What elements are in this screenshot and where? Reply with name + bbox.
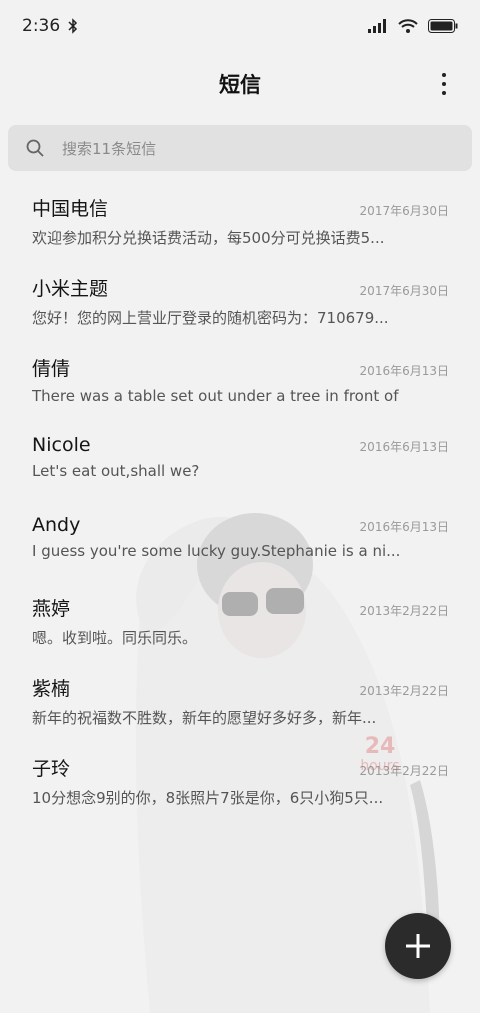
watermark-number: 24 bbox=[364, 734, 396, 759]
message-date: 2017年6月30日 bbox=[359, 204, 449, 218]
conversation-item[interactable]: 小米主题 2017年6月30日 您好！您的网上营业厅登录的随机密码为：71067… bbox=[0, 260, 480, 340]
conversation-item[interactable]: 倩倩 2016年6月13日 There was a table set out … bbox=[0, 340, 480, 420]
contact-name: 中国电信 bbox=[32, 198, 109, 220]
search-placeholder: 搜索11条短信 bbox=[62, 139, 157, 158]
message-preview: 嗯。收到啦。同乐同乐。 bbox=[32, 629, 198, 647]
search-icon bbox=[26, 139, 44, 157]
contact-name: Andy bbox=[32, 514, 81, 536]
message-preview: 欢迎参加积分兑换话费活动，每500分可兑换话费5... bbox=[32, 229, 385, 247]
message-preview: 新年的祝福数不胜数，新年的愿望好多好多，新年... bbox=[32, 709, 377, 727]
watermark-text: hours bbox=[360, 758, 400, 774]
message-preview: Let's eat out,shall we? bbox=[32, 462, 200, 480]
status-bar: 2:36 bbox=[0, 0, 480, 52]
contact-name: 子玲 bbox=[32, 758, 71, 780]
message-preview: 10分想念9别的你，8张照片7张是你，6只小狗5只... bbox=[32, 789, 384, 807]
search-bar[interactable]: 搜索11条短信 bbox=[8, 125, 472, 171]
contact-name: 紫楠 bbox=[32, 678, 71, 700]
bluetooth-icon bbox=[68, 18, 78, 34]
conversation-item[interactable]: Andy 2016年6月13日 I guess you're some luck… bbox=[0, 500, 480, 580]
conversation-item[interactable]: 燕婷 2013年2月22日 嗯。收到啦。同乐同乐。 bbox=[0, 580, 480, 660]
message-date: 2016年6月13日 bbox=[359, 520, 449, 534]
signal-icon bbox=[368, 19, 386, 33]
battery-icon bbox=[428, 19, 458, 33]
conversation-item[interactable]: Nicole 2016年6月13日 Let's eat out,shall we… bbox=[0, 420, 480, 500]
message-date: 2017年6月30日 bbox=[359, 284, 449, 298]
contact-name: 小米主题 bbox=[32, 278, 109, 300]
contact-name: 燕婷 bbox=[32, 598, 71, 620]
wifi-icon bbox=[398, 19, 418, 33]
message-date: 2013年2月22日 bbox=[359, 604, 449, 618]
status-time: 2:36 bbox=[22, 16, 61, 36]
plus-icon bbox=[406, 934, 430, 958]
message-date: 2013年2月22日 bbox=[359, 684, 449, 698]
contact-name: 倩倩 bbox=[32, 358, 71, 380]
new-message-button[interactable] bbox=[385, 913, 451, 979]
page-title: 短信 bbox=[219, 73, 261, 97]
conversation-item[interactable]: 紫楠 2013年2月22日 新年的祝福数不胜数，新年的愿望好多好多，新年... bbox=[0, 660, 480, 740]
contact-name: Nicole bbox=[32, 434, 91, 456]
wallpaper-watermark: 24 hours bbox=[350, 734, 410, 774]
conversation-item[interactable]: 中国电信 2017年6月30日 欢迎参加积分兑换话费活动，每500分可兑换话费5… bbox=[0, 180, 480, 260]
message-preview: There was a table set out under a tree i… bbox=[32, 387, 402, 405]
conversation-list: 中国电信 2017年6月30日 欢迎参加积分兑换话费活动，每500分可兑换话费5… bbox=[0, 180, 480, 820]
message-date: 2016年6月13日 bbox=[359, 440, 449, 454]
more-options-icon[interactable] bbox=[434, 70, 454, 98]
message-preview: 您好！您的网上营业厅登录的随机密码为：710679... bbox=[32, 309, 389, 327]
app-header: 短信 bbox=[0, 52, 480, 116]
message-preview: I guess you're some lucky guy.Stephanie … bbox=[32, 542, 401, 560]
message-date: 2016年6月13日 bbox=[359, 364, 449, 378]
